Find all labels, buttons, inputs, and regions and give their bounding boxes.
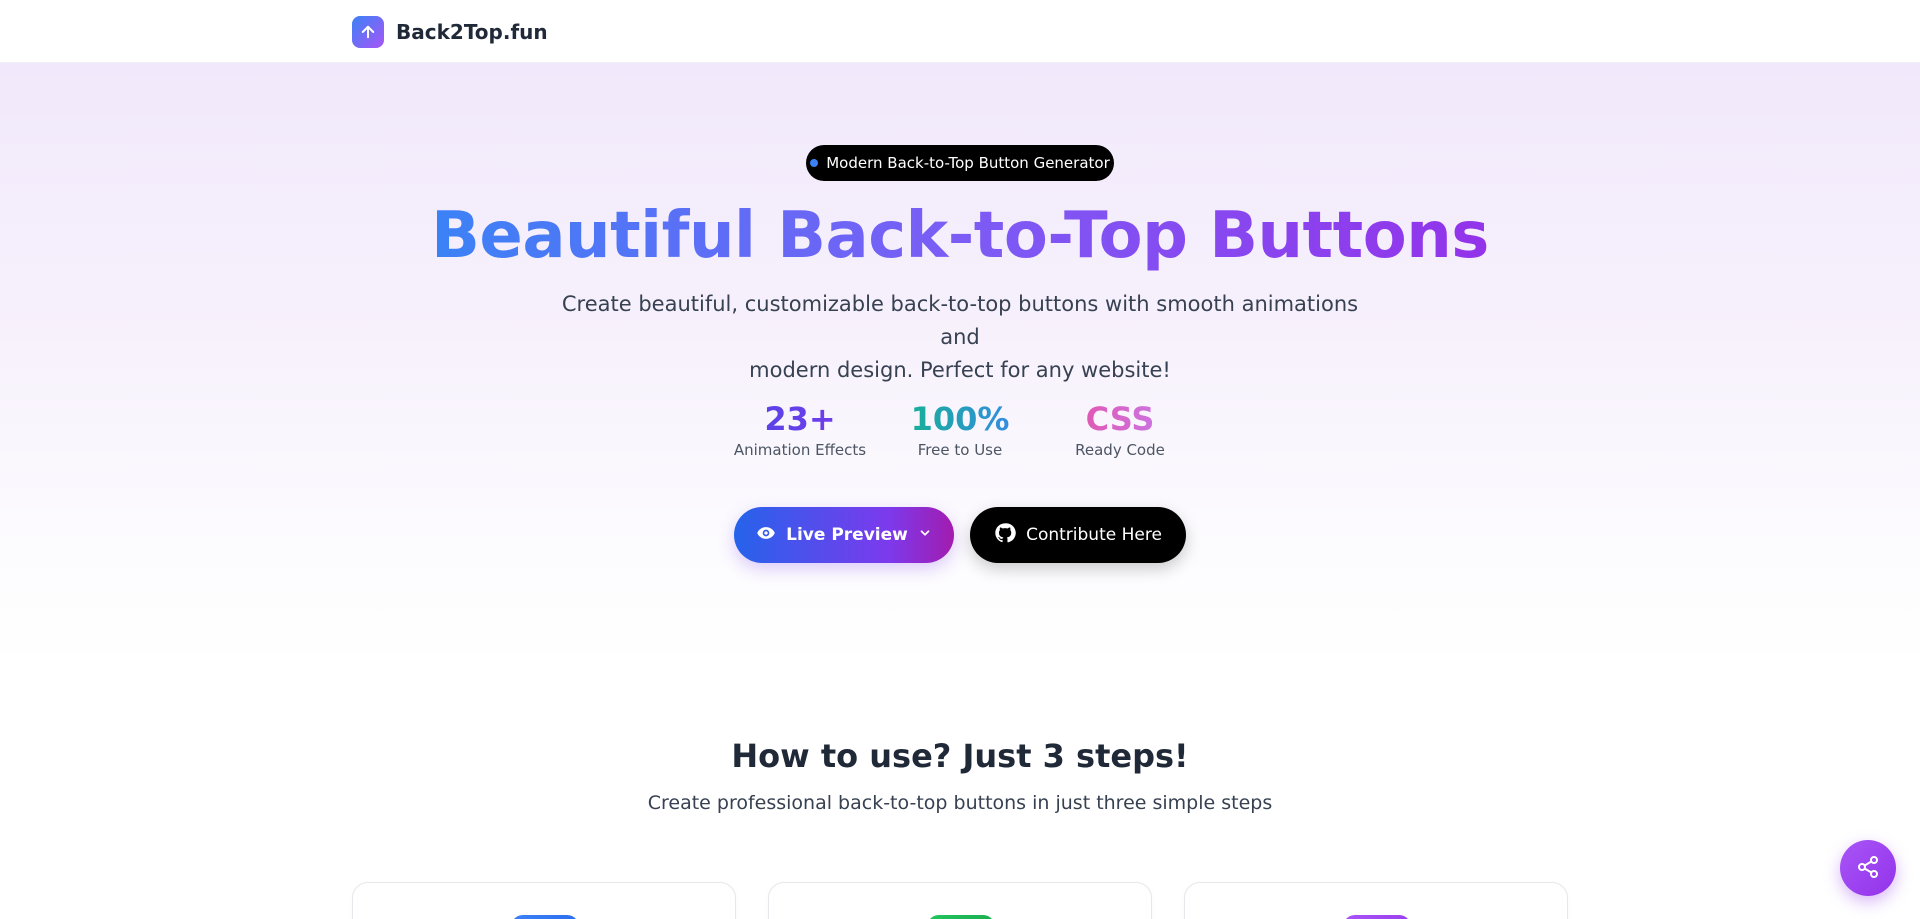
step-icon (1343, 915, 1411, 919)
badge-dot-icon (810, 159, 819, 167)
steps-title: How to use? Just 3 steps! (731, 737, 1189, 775)
step-card (352, 882, 736, 919)
hero-stats: 23+ Animation Effects 100% Free to Use C… (720, 398, 1200, 460)
contribute-label: Contribute Here (1026, 525, 1162, 545)
hero-badge: Modern Back-to-Top Button Generator (806, 145, 1114, 181)
hero-subtitle-line2: modern design. Perfect for any website! (749, 358, 1171, 382)
stat-value: CSS (1040, 398, 1200, 440)
step-card (1184, 882, 1568, 919)
top-header: Back2Top.fun (0, 0, 1920, 63)
stat-animation-effects: 23+ Animation Effects (720, 398, 880, 460)
hero-title-text: Beautiful Back-to-Top Buttons (431, 199, 1489, 273)
stat-ready-code: CSS Ready Code (1040, 398, 1200, 460)
live-preview-button[interactable]: Live Preview (734, 507, 954, 563)
share-icon (1856, 855, 1880, 882)
eye-icon (756, 523, 776, 548)
hero-title: Beautiful Back-to-Top Buttons (0, 196, 1920, 276)
github-icon (994, 522, 1016, 549)
stat-free-to-use: 100% Free to Use (880, 398, 1040, 460)
chevron-down-icon (918, 525, 932, 545)
badge-text: Modern Back-to-Top Button Generator (826, 154, 1110, 172)
hero-subtitle: Create beautiful, customizable back-to-t… (560, 288, 1360, 387)
step-icon (511, 915, 579, 919)
brand-link[interactable]: Back2Top.fun (352, 16, 548, 48)
live-preview-label: Live Preview (786, 525, 908, 545)
step-card (768, 882, 1152, 919)
share-button[interactable] (1840, 840, 1896, 896)
stat-label: Free to Use (917, 441, 1003, 459)
contribute-button[interactable]: Contribute Here (970, 507, 1186, 563)
stat-value: 23+ (720, 398, 880, 440)
brand-name: Back2Top.fun (396, 20, 548, 44)
step-icon (927, 915, 995, 919)
hero-subtitle-line1: Create beautiful, customizable back-to-t… (561, 292, 1359, 349)
stat-label: Ready Code (1075, 441, 1165, 459)
arrow-up-icon (352, 16, 384, 48)
stat-label: Animation Effects (733, 441, 867, 459)
stat-value: 100% (880, 398, 1040, 440)
steps-subtitle: Create professional back-to-top buttons … (647, 792, 1273, 814)
